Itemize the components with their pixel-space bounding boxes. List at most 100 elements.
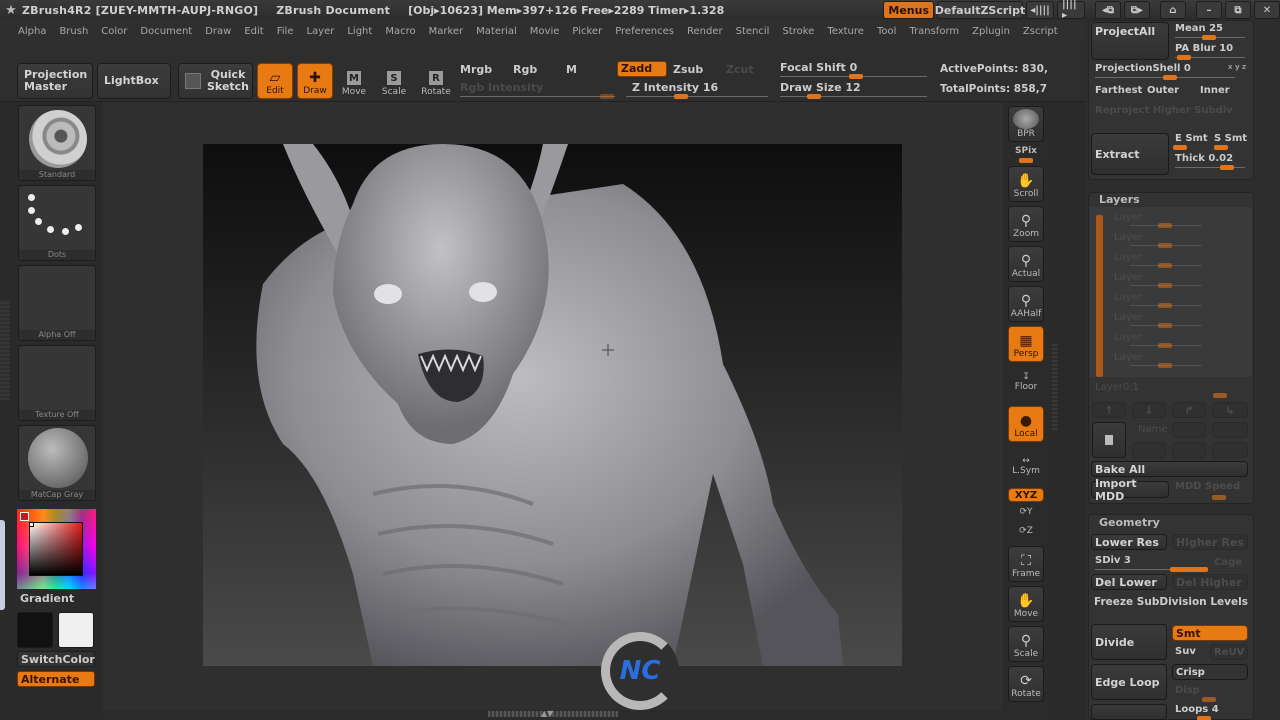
- layer-delete-button[interactable]: [1212, 422, 1248, 438]
- move-button[interactable]: M Move: [336, 63, 372, 99]
- projection-master-button[interactable]: Projection Master: [17, 63, 93, 99]
- z-intensity-slider[interactable]: [626, 96, 768, 97]
- reproject-higher-subdiv-button[interactable]: Reproject Higher Subdiv: [1095, 105, 1233, 116]
- color-picker-cursor[interactable]: [29, 522, 34, 527]
- geometry-title[interactable]: Geometry: [1099, 516, 1160, 529]
- scale-view-button[interactable]: ⚲ Scale: [1008, 626, 1044, 662]
- menu-transform[interactable]: Transform: [909, 26, 959, 37]
- layer-intensity-knob[interactable]: [1158, 303, 1172, 308]
- rotate-view-button[interactable]: ⟳ Rotate: [1008, 666, 1044, 702]
- edge-loop-button[interactable]: Edge Loop: [1091, 664, 1167, 700]
- focal-shift-knob[interactable]: [849, 74, 863, 79]
- layer-duplicate-button[interactable]: [1172, 422, 1206, 438]
- rotate-xyz-button[interactable]: XYZ: [1008, 488, 1044, 502]
- e-smt-knob[interactable]: [1173, 145, 1187, 150]
- geometry-next-button[interactable]: [1091, 704, 1167, 720]
- color-picker[interactable]: [17, 509, 96, 589]
- rgb-intensity-knob[interactable]: [600, 94, 614, 99]
- layer-record-button[interactable]: ↱: [1172, 402, 1206, 418]
- layer-name-button[interactable]: Name: [1138, 424, 1168, 435]
- secondary-color-swatch[interactable]: [58, 612, 94, 648]
- persp-button[interactable]: ▦ Persp: [1008, 326, 1044, 362]
- brush-selector[interactable]: Standard: [18, 105, 96, 181]
- material-selector[interactable]: MatCap Gray: [18, 425, 96, 501]
- menu-layer[interactable]: Layer: [306, 26, 334, 37]
- stroke-selector[interactable]: Dots: [18, 185, 96, 261]
- layout-next-icon[interactable]: ⧉▸: [1124, 1, 1150, 19]
- menu-material[interactable]: Material: [476, 26, 517, 37]
- new-layer-button[interactable]: [1092, 422, 1126, 458]
- menu-document[interactable]: Document: [140, 26, 192, 37]
- layer-corner-button[interactable]: [1212, 442, 1248, 458]
- layer-row[interactable]: Layer: [1114, 292, 1142, 303]
- lsym-button[interactable]: ↔ L.Sym: [1008, 456, 1044, 476]
- menu-texture[interactable]: Texture: [827, 26, 864, 37]
- reuv-button[interactable]: ReUV: [1210, 644, 1248, 660]
- menu-alpha[interactable]: Alpha: [18, 26, 46, 37]
- rotate-z-button[interactable]: ⟳Z: [1008, 526, 1044, 536]
- disp-knob[interactable]: [1202, 697, 1216, 702]
- layer-intensity-knob[interactable]: [1158, 323, 1172, 328]
- menu-tool[interactable]: Tool: [877, 26, 896, 37]
- bottom-tray-arrows-icon[interactable]: ▲▼: [541, 709, 553, 718]
- rotate-y-button[interactable]: ⟳Y: [1008, 507, 1044, 517]
- layer-row[interactable]: Layer: [1114, 212, 1142, 223]
- extract-button[interactable]: Extract: [1091, 133, 1169, 175]
- menu-preferences[interactable]: Preferences: [615, 26, 674, 37]
- layer-row[interactable]: Layer: [1114, 272, 1142, 283]
- inner-button[interactable]: Inner: [1200, 85, 1230, 96]
- move-layer-down-button[interactable]: ↓: [1132, 402, 1166, 418]
- menu-stencil[interactable]: Stencil: [736, 26, 770, 37]
- xyz-toggle[interactable]: x y z: [1228, 63, 1246, 71]
- alpha-selector[interactable]: Alpha Off: [18, 265, 96, 341]
- lock-icon[interactable]: ⌂: [1160, 1, 1186, 19]
- layer-intensity-knob[interactable]: [1158, 223, 1172, 228]
- menu-zplugin[interactable]: Zplugin: [972, 26, 1010, 37]
- bpr-button[interactable]: BPR: [1008, 106, 1044, 142]
- mrgb-button[interactable]: Mrgb: [460, 63, 492, 76]
- layers-title[interactable]: Layers: [1099, 193, 1140, 206]
- alternate-button[interactable]: Alternate: [17, 671, 95, 687]
- menus-button[interactable]: Menus: [883, 1, 934, 19]
- draw-button[interactable]: ✚ Draw: [297, 63, 333, 99]
- menu-movie[interactable]: Movie: [530, 26, 560, 37]
- s-smt-knob[interactable]: [1214, 145, 1228, 150]
- menu-file[interactable]: File: [277, 26, 294, 37]
- del-higher-button[interactable]: Del Higher: [1172, 574, 1248, 590]
- divide-button[interactable]: Divide: [1091, 624, 1167, 660]
- rgb-intensity-slider[interactable]: [460, 96, 615, 97]
- menu-stroke[interactable]: Stroke: [782, 26, 814, 37]
- left-tray-handle[interactable]: [0, 300, 10, 400]
- local-button[interactable]: ● Local: [1008, 406, 1044, 442]
- gradient-label[interactable]: Gradient: [20, 592, 74, 605]
- switch-color-button[interactable]: SwitchColor: [17, 651, 95, 667]
- loops-knob[interactable]: [1197, 716, 1211, 720]
- layer-row[interactable]: Layer: [1114, 332, 1142, 343]
- project-all-button[interactable]: ProjectAll: [1091, 22, 1169, 60]
- import-mdd-button[interactable]: Import MDD: [1091, 477, 1169, 503]
- current-layer-knob[interactable]: [1213, 393, 1227, 398]
- menu-brush[interactable]: Brush: [59, 26, 88, 37]
- cage-button[interactable]: Cage: [1214, 557, 1242, 568]
- menu-light[interactable]: Light: [347, 26, 372, 37]
- layer-intensity-knob[interactable]: [1158, 363, 1172, 368]
- menu-render[interactable]: Render: [687, 26, 723, 37]
- zoom-button[interactable]: ⚲ Zoom: [1008, 206, 1044, 242]
- rotate-button[interactable]: R Rotate: [418, 63, 454, 99]
- menu-marker[interactable]: Marker: [429, 26, 464, 37]
- draw-size-slider[interactable]: [780, 96, 927, 97]
- document-viewport[interactable]: [203, 144, 902, 666]
- scroll-right-icon[interactable]: ||||▸: [1057, 0, 1085, 21]
- spix-knob[interactable]: [1019, 158, 1033, 163]
- menu-zscript[interactable]: Zscript: [1023, 26, 1058, 37]
- outer-button[interactable]: Outer: [1147, 85, 1179, 96]
- menu-edit[interactable]: Edit: [244, 26, 263, 37]
- bake-all-button[interactable]: Bake All: [1091, 461, 1248, 477]
- lower-res-button[interactable]: Lower Res: [1091, 534, 1167, 550]
- draw-size-knob[interactable]: [807, 94, 821, 99]
- thick-knob[interactable]: [1220, 165, 1234, 170]
- layout-prev-icon[interactable]: ◂⧉: [1095, 1, 1121, 19]
- menu-macro[interactable]: Macro: [385, 26, 415, 37]
- layer-intensity-knob[interactable]: [1158, 263, 1172, 268]
- scroll-button[interactable]: ✋ Scroll: [1008, 166, 1044, 202]
